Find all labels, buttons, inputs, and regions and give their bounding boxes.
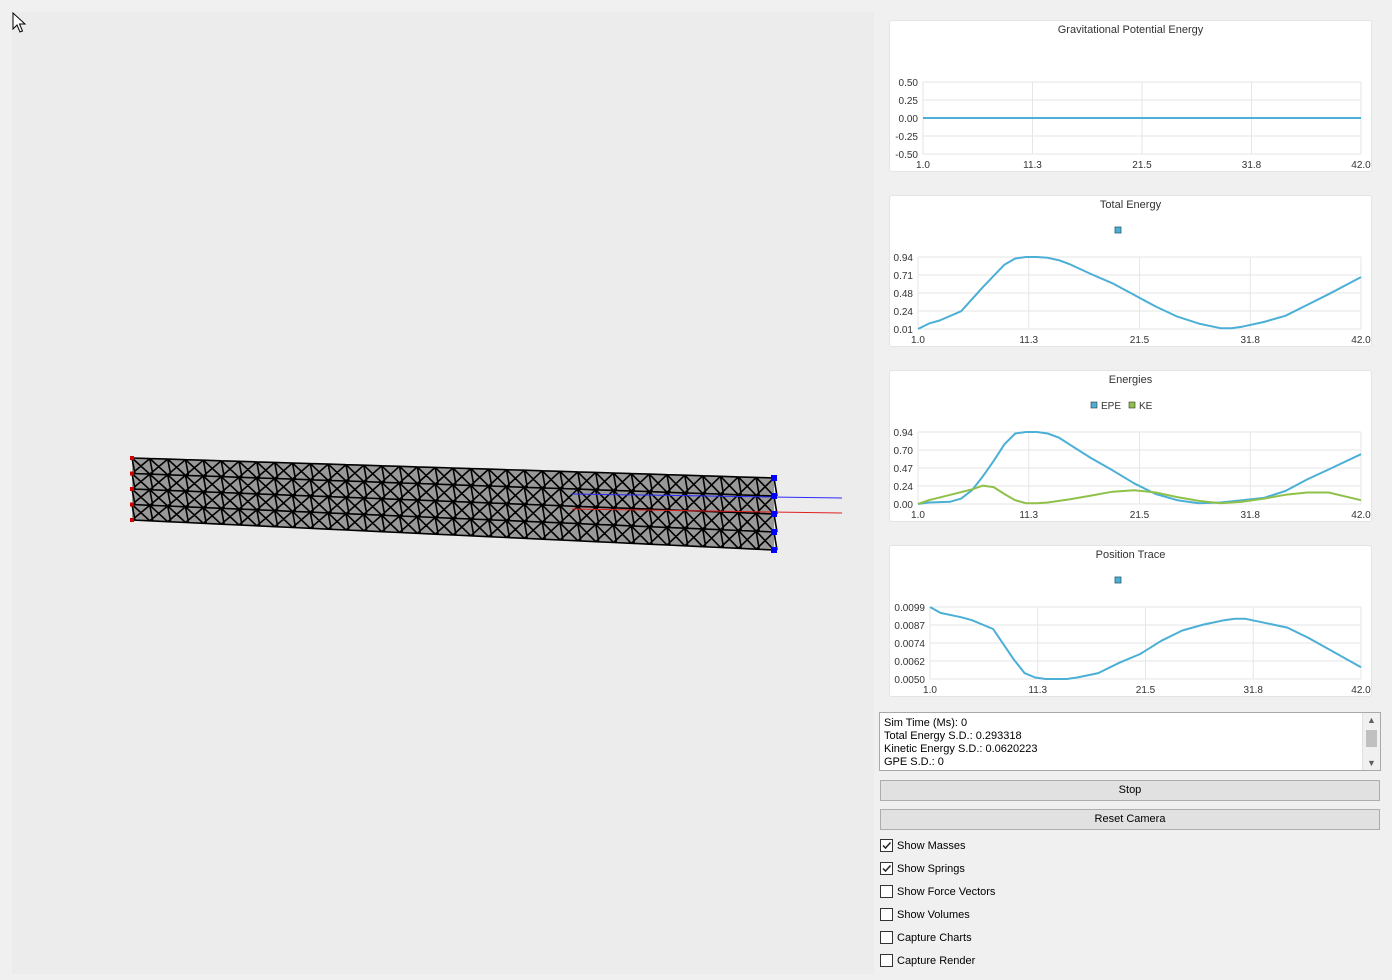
checkbox-label: Show Volumes (897, 909, 970, 921)
y-tick-label: 0.24 (894, 307, 914, 318)
x-tick-label: 11.3 (1028, 685, 1047, 696)
x-tick-label: 1.0 (911, 510, 925, 521)
log-line: GPE S.D.: 0 (884, 756, 944, 768)
chart-plot: 0.50 0.25 0.00 -0.25 -0.501.0 11.3 21.5 31.8 42.… (895, 78, 1371, 171)
y-tick-label: 0.0099 (894, 603, 925, 614)
free-mass (771, 547, 777, 553)
reset-camera-button[interactable]: Reset Camera (880, 809, 1380, 830)
legend-marker (1114, 576, 1122, 584)
y-tick-label: 0.70 (894, 446, 914, 457)
y-tick-label: 0.48 (894, 289, 914, 300)
y-tick-label: 0.24 (894, 482, 914, 493)
log-line: Kinetic Energy S.D.: 0.0620223 (884, 743, 1038, 755)
checkbox-label: Show Springs (897, 863, 965, 875)
x-tick-label: 31.8 (1242, 160, 1262, 171)
x-tick-label: 42.0 (1351, 685, 1371, 696)
checkbox-box[interactable] (880, 839, 893, 852)
checkbox-label: Show Masses (897, 840, 966, 852)
stop-button[interactable]: Stop (880, 780, 1380, 801)
fixed-mass (130, 502, 134, 507)
stats-log[interactable]: Sim Time (Ms): 0 Total Energy S.D.: 0.29… (879, 712, 1381, 771)
x-tick-label: 42.0 (1351, 510, 1371, 521)
x-tick-label: 11.3 (1019, 335, 1038, 346)
legend-marker (1128, 401, 1136, 409)
chart-position-trace: Position Trace 0.0099 0.0087 0.0074 0.0062 0… (889, 545, 1372, 697)
y-tick-label: 0.94 (894, 253, 914, 264)
fixed-mass (130, 471, 134, 476)
x-tick-label: 42.0 (1351, 160, 1371, 171)
y-tick-label: 0.47 (894, 464, 914, 475)
fixed-mass (130, 518, 134, 522)
x-tick-label: 21.5 (1130, 335, 1150, 346)
y-tick-label: 0.0050 (894, 675, 925, 686)
x-tick-label: 21.5 (1136, 685, 1156, 696)
chart-plot: 0.0099 0.0087 0.0074 0.0062 0.00501.0 11.3 21.… (894, 576, 1371, 696)
check-icon (882, 864, 892, 873)
fixed-mass (130, 456, 134, 460)
x-tick-label: 31.8 (1241, 335, 1261, 346)
fixed-mass (130, 487, 134, 491)
x-tick-label: 42.0 (1351, 335, 1371, 346)
y-tick-label: -0.25 (895, 132, 918, 143)
chart-plot: 0.940.710.480.240.011.0 11.3 21.5 31.8 42.0 (894, 226, 1371, 346)
legend-label: EPE (1101, 401, 1121, 412)
render-viewport[interactable] (12, 12, 874, 974)
x-tick-label: 1.0 (916, 160, 930, 171)
beam-body (132, 458, 774, 550)
y-tick-label: 0.0062 (894, 657, 925, 668)
chevron-up-icon[interactable]: ▲ (1363, 713, 1380, 727)
arrow-cursor-icon (12, 12, 26, 33)
legend-marker (1114, 226, 1122, 234)
chart-total-energy: Total Energy 0.94 0.71 0.48 0.24 0.01 1.0 11.3… (889, 195, 1372, 347)
free-mass (771, 529, 777, 535)
checkbox-box[interactable] (880, 885, 893, 898)
x-tick-label: 1.0 (923, 685, 937, 696)
chart-plot: EPE KE0.940.700.470.240.001.0 11.3 21.5 31.8… (894, 401, 1372, 521)
x-tick-label: 21.5 (1130, 510, 1150, 521)
y-tick-label: 0.0087 (894, 621, 925, 632)
y-tick-label: 0.50 (899, 78, 919, 89)
y-tick-label: -0.50 (895, 150, 918, 161)
free-mass (771, 475, 777, 481)
checkbox-box[interactable] (880, 954, 893, 967)
checkbox-box[interactable] (880, 931, 893, 944)
x-tick-label: 11.3 (1023, 160, 1042, 171)
y-tick-label: 0.0074 (894, 639, 925, 650)
chart-gpe: Gravitational Potential Energy 0.50 0.25 0… (889, 20, 1372, 172)
legend-label: KE (1139, 401, 1153, 412)
x-tick-label: 1.0 (911, 335, 925, 346)
y-tick-label: 0.71 (894, 271, 914, 282)
free-mass (771, 511, 777, 517)
log-line: Total Energy S.D.: 0.293318 (884, 730, 1022, 742)
free-mass (771, 493, 777, 499)
x-tick-label: 31.8 (1244, 685, 1264, 696)
y-tick-label: 0.25 (899, 96, 919, 107)
scrollbar-thumb[interactable] (1366, 730, 1377, 747)
chart-energies: Energies EPE KE 0.94 0.70 0.47 0.24 0.00 1.0 11.… (889, 370, 1372, 522)
log-line: Sim Time (Ms): 0 (884, 717, 968, 729)
log-scrollbar[interactable]: ▲ ▼ (1362, 713, 1380, 770)
checkbox-label: Capture Render (897, 955, 976, 967)
checkbox-box[interactable] (880, 908, 893, 921)
checkbox-box[interactable] (880, 862, 893, 875)
x-tick-label: 11.3 (1019, 510, 1038, 521)
beam-springs (131, 457, 778, 551)
legend-marker (1090, 401, 1098, 409)
chevron-down-icon[interactable]: ▼ (1363, 756, 1380, 770)
checkbox-label: Show Force Vectors (897, 886, 996, 898)
x-tick-label: 21.5 (1132, 160, 1152, 171)
spring-mass-beam (130, 456, 843, 553)
check-icon (882, 841, 892, 850)
y-tick-label: 0.00 (899, 114, 919, 125)
x-tick-label: 31.8 (1241, 510, 1261, 521)
checkbox-label: Capture Charts (897, 932, 972, 944)
y-tick-label: 0.94 (894, 428, 914, 439)
